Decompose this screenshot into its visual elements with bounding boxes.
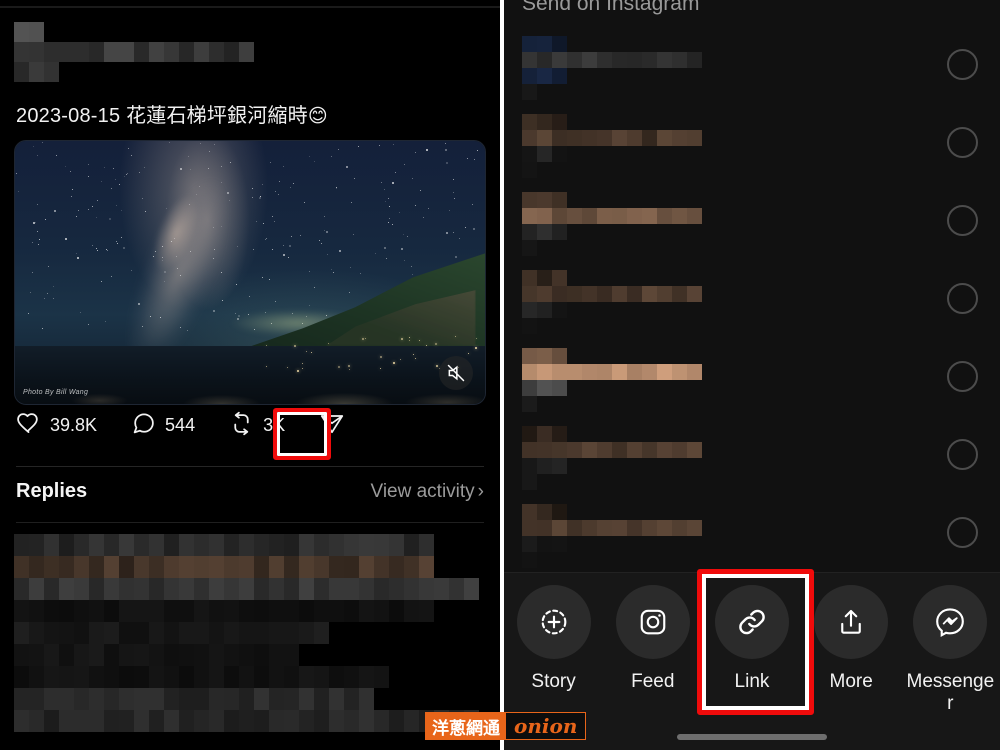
messenger-icon xyxy=(913,585,988,659)
contact-select-radio[interactable] xyxy=(947,127,978,158)
share-option-label: More xyxy=(829,671,873,692)
share-option-link[interactable]: Link xyxy=(706,585,798,693)
reply-button[interactable]: 544 xyxy=(131,411,195,441)
post-caption-text: 2023-08-15 花蓮石梯坪銀河縮時 xyxy=(16,105,308,127)
photo-credit: Photo By Bill Wang xyxy=(23,389,89,396)
share-out-icon xyxy=(814,585,889,659)
share-option-label: Story xyxy=(531,671,576,692)
divider xyxy=(16,466,484,467)
like-button[interactable]: 39.8K xyxy=(16,411,97,441)
screenshot-root: 2023-08-15 花蓮石梯坪銀河縮時😊 Photo By Bill Wang xyxy=(0,0,1000,750)
share-option-label: Link xyxy=(734,671,770,692)
share-option-more[interactable]: More xyxy=(805,585,897,693)
replies-header: Replies View activity › xyxy=(16,480,484,503)
contact-row[interactable] xyxy=(504,264,1000,342)
status-bar-divider xyxy=(0,6,500,8)
share-option-feed[interactable]: Feed xyxy=(607,585,699,693)
contact-select-radio[interactable] xyxy=(947,49,978,80)
paper-plane-icon xyxy=(319,410,345,441)
share-options-row: Story Feed Link More Messenger xyxy=(504,585,1000,715)
thread-post-panel: 2023-08-15 花蓮石梯坪銀河縮時😊 Photo By Bill Wang xyxy=(0,0,500,750)
add-to-story-icon xyxy=(516,585,591,659)
city-lights xyxy=(15,141,485,404)
share-sheet-title: Send on Instagram xyxy=(522,0,700,15)
contact-row[interactable] xyxy=(504,186,1000,264)
contact-select-radio[interactable] xyxy=(947,361,978,392)
chevron-right-icon: › xyxy=(477,480,484,502)
view-activity-link[interactable]: View activity › xyxy=(370,481,484,503)
post-media-video[interactable]: Photo By Bill Wang xyxy=(14,140,486,405)
watermark-chinese: 洋蔥網通 xyxy=(426,713,506,739)
link-chain-icon xyxy=(714,585,789,659)
share-option-label: Messenger xyxy=(906,671,995,714)
contact-row[interactable] xyxy=(504,420,1000,498)
divider xyxy=(16,522,484,523)
contact-select-radio[interactable] xyxy=(947,205,978,236)
contact-list xyxy=(504,30,1000,576)
repost-count: 3K xyxy=(263,415,286,435)
like-count: 39.8K xyxy=(50,415,98,435)
share-button[interactable] xyxy=(319,410,345,441)
share-option-label: Feed xyxy=(631,671,675,692)
repost-icon xyxy=(229,411,254,441)
home-indicator xyxy=(677,734,827,740)
contact-row[interactable] xyxy=(504,108,1000,186)
watermark-english: onion xyxy=(506,713,586,739)
post-author-censored xyxy=(14,22,314,84)
contact-select-radio[interactable] xyxy=(947,439,978,470)
watermark: 洋蔥網通 onion xyxy=(425,712,587,740)
reply-count: 544 xyxy=(165,415,196,435)
contact-row[interactable] xyxy=(504,498,1000,576)
share-sheet-panel: Send on Instagram Story Feed Link More Messe… xyxy=(504,0,1000,750)
heart-icon xyxy=(16,411,41,441)
contact-row[interactable] xyxy=(504,342,1000,420)
share-option-messenger[interactable]: Messenger xyxy=(904,585,996,715)
post-action-bar: 39.8K 544 3K xyxy=(16,410,345,441)
post-caption: 2023-08-15 花蓮石梯坪銀河縮時😊 xyxy=(16,99,328,128)
repost-button[interactable]: 3K xyxy=(229,411,285,441)
view-activity-label: View activity xyxy=(370,480,475,502)
replies-title: Replies xyxy=(16,480,88,502)
caption-emoji: 😊 xyxy=(307,106,328,127)
reply-content-censored xyxy=(14,534,484,739)
share-option-story[interactable]: Story xyxy=(508,585,600,693)
speaker-muted-icon[interactable] xyxy=(439,356,473,390)
contact-select-radio[interactable] xyxy=(947,283,978,314)
instagram-camera-icon xyxy=(615,585,690,659)
comment-icon xyxy=(131,411,156,441)
contact-row[interactable] xyxy=(504,30,1000,108)
contact-select-radio[interactable] xyxy=(947,517,978,548)
